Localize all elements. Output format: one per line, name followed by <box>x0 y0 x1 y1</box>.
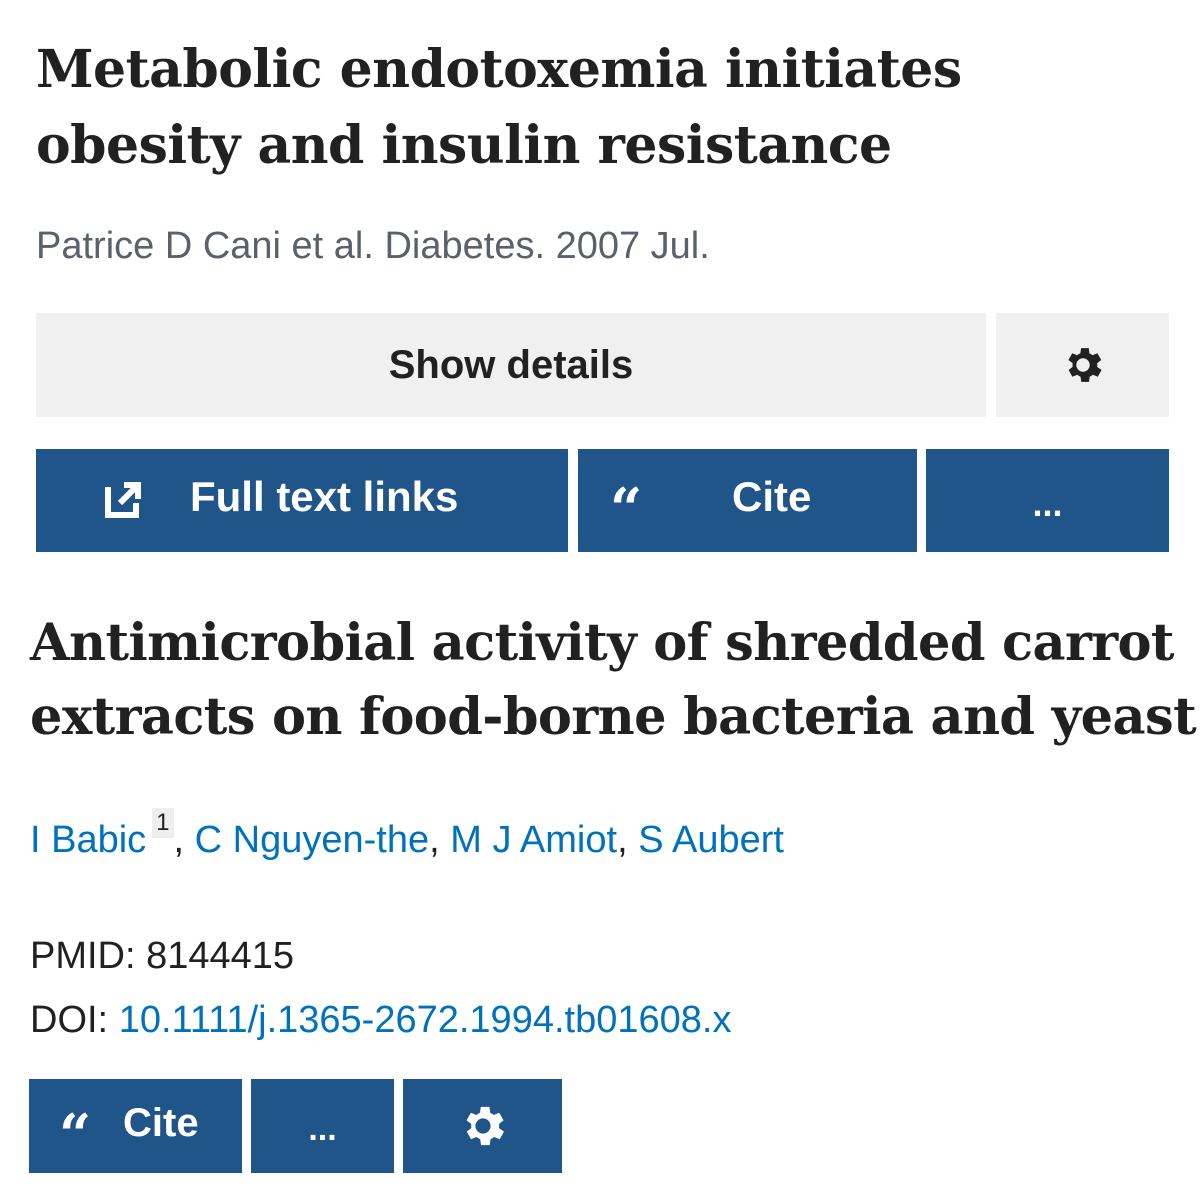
author-link-amiot[interactable]: M J Amiot <box>450 819 617 861</box>
doi-line: DOI: 10.1111/j.1365-2672.1994.tb01608.x <box>30 996 731 1044</box>
author-separator: , <box>617 819 639 861</box>
external-link-icon <box>105 482 141 518</box>
pmid-value: 8144415 <box>146 935 295 977</box>
full-text-links-label: Full text links <box>190 473 459 520</box>
author-separator: , <box>429 819 451 861</box>
first-more-button[interactable]: ... <box>926 449 1169 552</box>
show-details-button[interactable]: Show details <box>36 313 986 417</box>
author-list: I Babic 1, C Nguyen-the, M J Amiot, S Aub… <box>30 808 784 864</box>
quote-icon: “ <box>610 476 643 542</box>
gear-icon <box>466 1106 504 1146</box>
gear-icon <box>1067 348 1102 382</box>
second-settings-button[interactable] <box>403 1079 562 1173</box>
second-more-button[interactable]: ... <box>251 1079 394 1173</box>
second-cite-label: Cite <box>123 1101 199 1145</box>
second-article-title: Antimicrobial activity of shredded carro… <box>30 613 1197 747</box>
doi-label: DOI: <box>30 999 119 1041</box>
first-cite-label: Cite <box>732 473 812 520</box>
full-text-links-button[interactable]: Full text links <box>36 449 568 552</box>
first-article-title: Metabolic endotoxemia initiates obesity … <box>36 39 962 176</box>
first-settings-button[interactable] <box>996 313 1169 417</box>
quote-icon: “ <box>59 1102 92 1168</box>
author-link-nguyen-the[interactable]: C Nguyen-the <box>195 819 429 861</box>
affiliation-marker[interactable]: 1 <box>152 808 174 838</box>
first-article-citation: Patrice D Cani et al. Diabetes. 2007 Jul… <box>36 225 710 267</box>
pmid-label: PMID: <box>30 935 147 977</box>
second-cite-button[interactable]: “ Cite <box>29 1079 242 1173</box>
author-separator: , <box>173 819 195 861</box>
author-link-babic[interactable]: I Babic <box>30 819 146 861</box>
doi-link[interactable]: 10.1111/j.1365-2672.1994.tb01608.x <box>119 999 732 1041</box>
first-more-label: ... <box>1032 482 1063 524</box>
first-cite-button[interactable]: “ Cite <box>578 449 917 552</box>
second-more-label: ... <box>308 1109 337 1148</box>
author-link-aubert[interactable]: S Aubert <box>638 819 784 861</box>
show-details-label: Show details <box>388 342 634 387</box>
pmid-line: PMID: 8144415 <box>30 932 294 980</box>
